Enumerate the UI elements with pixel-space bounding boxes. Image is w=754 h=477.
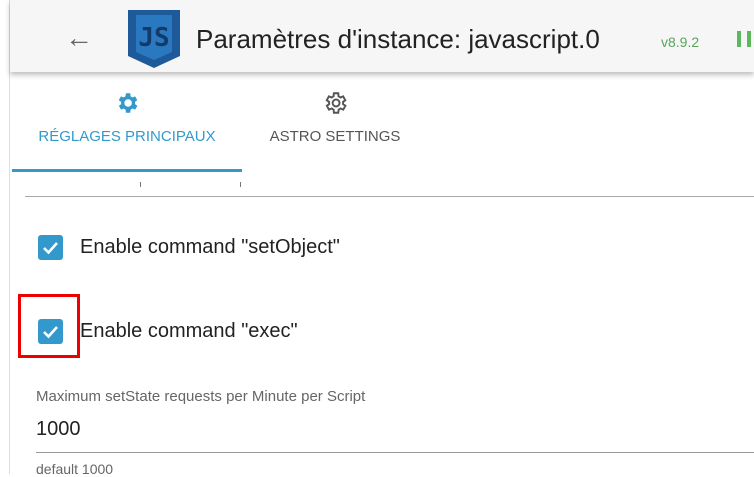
gear-outline-icon <box>325 92 347 114</box>
highlight-box <box>18 294 80 358</box>
running-status-icon <box>737 31 751 47</box>
divider-mark <box>140 182 141 187</box>
page-title: Paramètres d'instance: javascript.0 <box>196 24 600 54</box>
max-setstate-label: Maximum setState requests per Minute per… <box>36 388 366 405</box>
tab-label: ASTRO SETTINGS <box>269 128 401 145</box>
max-setstate-input[interactable]: 1000 <box>36 418 81 441</box>
max-setstate-help: default 1000 <box>36 461 114 477</box>
tab-label: RÉGLAGES PRINCIPAUX <box>38 128 216 145</box>
divider <box>25 196 754 197</box>
back-arrow-icon[interactable]: ← <box>65 22 93 54</box>
input-underline <box>36 452 754 453</box>
svg-text:JS: JS <box>138 23 169 53</box>
setobject-label: Enable command "setObject" <box>80 236 340 258</box>
javascript-logo: JS <box>128 10 180 68</box>
left-border <box>0 0 10 474</box>
setobject-checkbox[interactable] <box>38 235 63 260</box>
exec-label: Enable command "exec" <box>80 320 298 342</box>
tab-astro-settings[interactable]: ASTRO SETTINGS <box>250 90 420 145</box>
tab-main-settings[interactable]: RÉGLAGES PRINCIPAUX <box>12 90 242 145</box>
active-tab-indicator <box>12 169 242 172</box>
version-badge: v8.9.2 <box>661 34 700 50</box>
gear-icon <box>118 93 138 113</box>
app-header: ← JS Paramètres d'instance: javascript.0… <box>10 0 754 72</box>
divider-mark <box>240 182 241 187</box>
check-icon <box>43 242 58 255</box>
